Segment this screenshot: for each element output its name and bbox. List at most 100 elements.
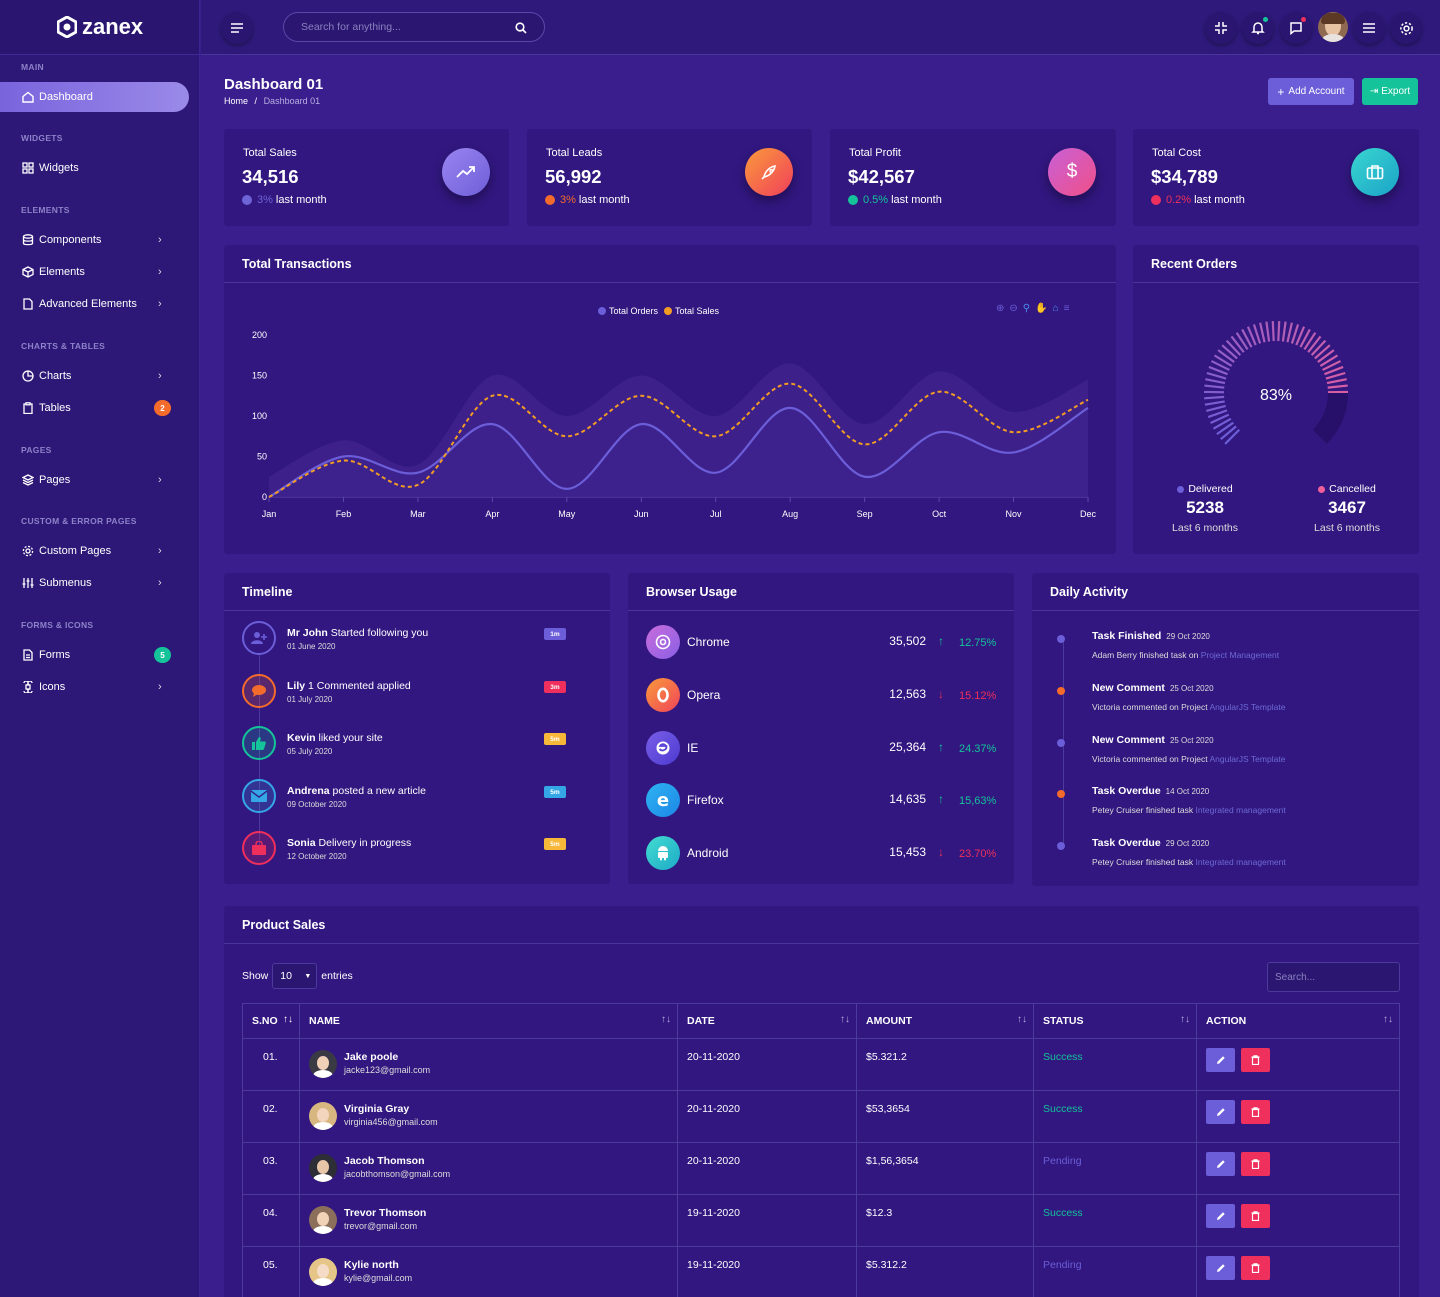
- table-search-input[interactable]: Search...: [1267, 962, 1400, 992]
- activity-item[interactable]: Task Overdue 29 Oct 2020 Petey Cruiser fi…: [1057, 837, 1387, 877]
- activity-item[interactable]: New Comment 25 Oct 2020 Victoria commente…: [1057, 682, 1387, 722]
- activity-item[interactable]: Task Overdue 14 Oct 2020 Petey Cruiser fi…: [1057, 785, 1387, 825]
- edit-button[interactable]: [1206, 1204, 1235, 1228]
- sidebar-item-forms[interactable]: Forms 5: [0, 640, 190, 670]
- export-button[interactable]: ⇥ Export: [1362, 78, 1418, 105]
- gauge-tick: [1307, 335, 1322, 353]
- timeline-item[interactable]: Kevin liked your site 05 July 2020 5m: [242, 726, 572, 766]
- timeline-date: 01 June 2020: [287, 642, 336, 651]
- search-input[interactable]: Search for anything...: [283, 12, 545, 42]
- delete-button[interactable]: [1241, 1204, 1270, 1228]
- activity-link[interactable]: AngularJS Template: [1210, 702, 1286, 712]
- table-row[interactable]: 03. Jacob Thomson jacobthomson@gmail.com 20…: [242, 1142, 1400, 1195]
- edit-button[interactable]: [1206, 1100, 1235, 1124]
- timeline-user: Mr John: [287, 627, 328, 639]
- browser-name: Chrome: [687, 635, 730, 649]
- forms-badge: 5: [154, 647, 171, 663]
- edit-button[interactable]: [1206, 1256, 1235, 1280]
- timeline-item[interactable]: Mr John Started following you 01 June 20…: [242, 621, 572, 661]
- browser-row-android[interactable]: Android 15,453 ↓ 23.70%: [646, 836, 998, 870]
- delete-button[interactable]: [1241, 1256, 1270, 1280]
- search-icon[interactable]: [515, 22, 527, 34]
- browser-row-firefox[interactable]: e Firefox 14,635 ↑ 15,63%: [646, 783, 998, 817]
- browser-row-opera[interactable]: Opera 12,563 ↓ 15.12%: [646, 678, 998, 712]
- y-tick-label: 100: [252, 411, 267, 421]
- sort-icon: ↑↓: [661, 1014, 671, 1025]
- edit-button[interactable]: [1206, 1152, 1235, 1176]
- browser-row-chrome[interactable]: Chrome 35,502 ↑ 12.75%: [646, 625, 998, 659]
- browser-row-ie[interactable]: IE 25,364 ↑ 24.37%: [646, 731, 998, 765]
- col-sno[interactable]: S.NO ↑↓: [242, 1003, 300, 1039]
- sidebar-item-submenus[interactable]: Submenus ›: [0, 568, 190, 598]
- sidebar-item-charts[interactable]: Charts ›: [0, 361, 190, 391]
- customer-name: Kylie north: [344, 1259, 399, 1271]
- stat-change: 3% last month: [242, 194, 327, 206]
- notifications-button[interactable]: [1242, 12, 1274, 44]
- activity-item[interactable]: Task Finished 29 Oct 2020 Adam Berry fini…: [1057, 630, 1387, 670]
- user-avatar[interactable]: [1318, 12, 1348, 42]
- gauge-percent: 83%: [1259, 387, 1293, 404]
- activity-link[interactable]: Project Management: [1201, 650, 1279, 660]
- breadcrumb: Home / Dashboard 01: [224, 96, 321, 106]
- timeline-item[interactable]: Lily 1 Commented applied 01 July 2020 3m: [242, 674, 572, 714]
- table-row[interactable]: 01. Jake poole jacke123@gmail.com 20-11-202…: [242, 1038, 1400, 1091]
- sidebar-menu-button[interactable]: [1353, 12, 1385, 44]
- entries-select[interactable]: 10 ▼: [272, 963, 318, 989]
- timeline-item[interactable]: Sonia Delivery in progress 12 October 20…: [242, 831, 572, 871]
- delivered-dot: [1177, 485, 1185, 493]
- table-search-placeholder: Search...: [1275, 971, 1316, 983]
- browser-value: 14,635: [889, 792, 926, 806]
- daily-activity-title: Daily Activity: [1032, 573, 1419, 611]
- sidebar: zanex MAIN Dashboard WIDGETS Widgets ELE…: [0, 0, 200, 1297]
- fullscreen-button[interactable]: [1205, 12, 1237, 44]
- delete-button[interactable]: [1241, 1152, 1270, 1176]
- settings-button[interactable]: [1390, 12, 1422, 44]
- menu-toggle-button[interactable]: [221, 12, 253, 44]
- delivered-value: 5238: [1186, 498, 1224, 517]
- sidebar-item-custom-pages[interactable]: Custom Pages ›: [0, 536, 190, 566]
- gauge-tick: [1205, 378, 1226, 385]
- avatar: [309, 1258, 337, 1286]
- delete-button[interactable]: [1241, 1100, 1270, 1124]
- sidebar-item-advanced-elements[interactable]: Advanced Elements ›: [0, 289, 190, 319]
- sidebar-item-label: Elements: [39, 266, 85, 278]
- col-status[interactable]: STATUS ↑↓: [1033, 1003, 1197, 1039]
- cell-action: [1196, 1090, 1400, 1143]
- timeline-item[interactable]: Andrena posted a new article 09 October …: [242, 779, 572, 819]
- sidebar-item-elements[interactable]: Elements ›: [0, 257, 190, 287]
- gauge-tick: [1281, 321, 1287, 342]
- table-row[interactable]: 05. Kylie north kylie@gmail.com 19-11-2020 $…: [242, 1246, 1400, 1297]
- table-row[interactable]: 02. Virginia Gray virginia456@gmail.com 20-…: [242, 1090, 1400, 1143]
- sidebar-item-dashboard[interactable]: Dashboard: [0, 82, 189, 112]
- activity-date: 25 Oct 2020: [1169, 684, 1214, 693]
- cell-date: 20-11-2020: [677, 1142, 857, 1195]
- sidebar-item-tables[interactable]: Tables 2: [0, 393, 190, 423]
- sidebar-item-components[interactable]: Components ›: [0, 225, 190, 255]
- file-icon: [21, 298, 34, 311]
- add-account-button[interactable]: + Add Account: [1268, 78, 1354, 105]
- activity-link[interactable]: Integrated management: [1195, 805, 1285, 815]
- brand-logo[interactable]: zanex: [0, 0, 199, 55]
- edit-button[interactable]: [1206, 1048, 1235, 1072]
- col-label: STATUS: [1043, 1015, 1084, 1027]
- cell-sno: 01.: [242, 1038, 300, 1091]
- col-action[interactable]: ACTION ↑↓: [1196, 1003, 1400, 1039]
- delete-button[interactable]: [1241, 1048, 1270, 1072]
- col-date[interactable]: DATE ↑↓: [677, 1003, 857, 1039]
- sidebar-item-pages[interactable]: Pages ›: [0, 465, 190, 495]
- table-row[interactable]: 04. Trevor Thomson trevor@gmail.com 19-11-2…: [242, 1194, 1400, 1247]
- activity-heading: Task Overdue: [1092, 837, 1161, 849]
- chevron-right-icon: ›: [158, 474, 162, 486]
- sidebar-item-icons[interactable]: Icons ›: [0, 672, 190, 702]
- activity-item[interactable]: New Comment 25 Oct 2020 Victoria commente…: [1057, 734, 1387, 774]
- activity-link[interactable]: AngularJS Template: [1210, 754, 1286, 764]
- breadcrumb-home[interactable]: Home: [224, 96, 248, 106]
- bell-icon: [1251, 22, 1265, 35]
- stat-percent: 0.5%: [863, 194, 889, 206]
- col-amount[interactable]: AMOUNT ↑↓: [856, 1003, 1034, 1039]
- col-name[interactable]: NAME ↑↓: [299, 1003, 678, 1039]
- sidebar-item-widgets[interactable]: Widgets: [0, 153, 190, 183]
- cell-status: Pending: [1033, 1246, 1197, 1297]
- activity-link[interactable]: Integrated management: [1195, 857, 1285, 867]
- messages-button[interactable]: [1280, 12, 1312, 44]
